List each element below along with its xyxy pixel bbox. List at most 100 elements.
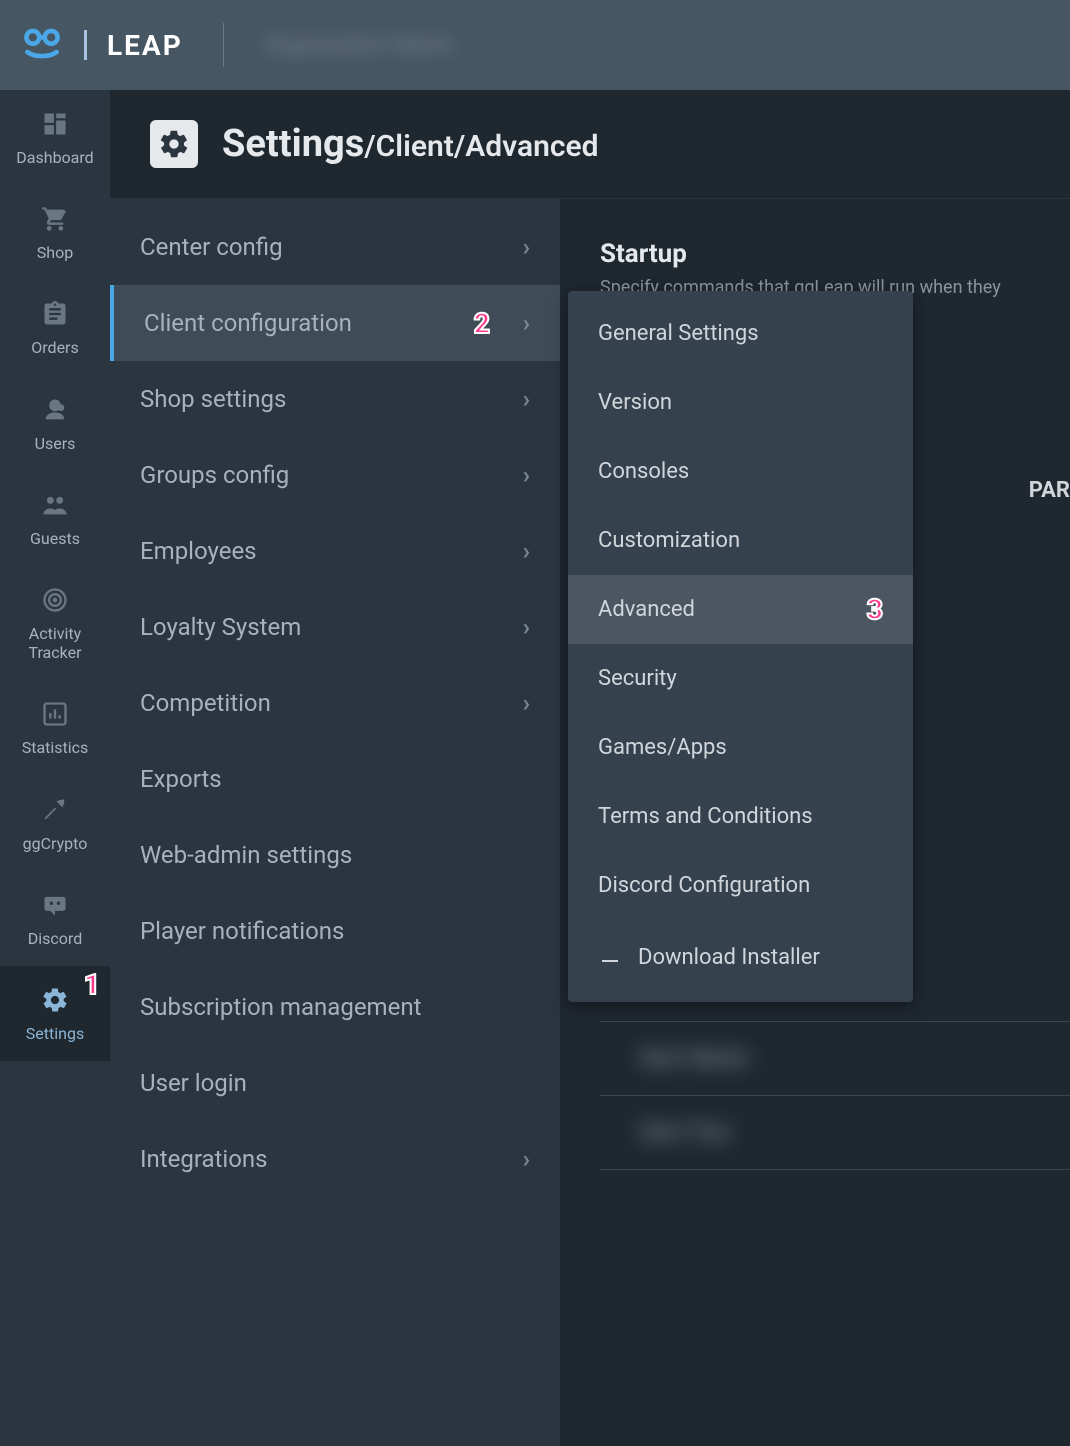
settings-item-label: Competition [140, 689, 271, 717]
settings-item-exports[interactable]: Exports [110, 741, 560, 817]
sidebar-item-shop[interactable]: Shop [0, 185, 110, 280]
settings-item-player-notifications[interactable]: Player notifications [110, 893, 560, 969]
submenu-item-consoles[interactable]: Consoles [568, 437, 913, 506]
breadcrumb-sep: / [364, 129, 375, 164]
settings-item-integrations[interactable]: Integrations › [110, 1121, 560, 1197]
submenu-item-label: Terms and Conditions [598, 804, 813, 829]
main-body: Center config › Client configuration 2 ›… [110, 199, 1070, 1446]
sidebar-label: Activity Tracker [4, 624, 106, 662]
submenu-item-discord-config[interactable]: Discord Configuration [568, 851, 913, 920]
sidebar-label: ggCrypto [23, 834, 88, 853]
settings-nav: Center config › Client configuration 2 ›… [110, 199, 560, 1446]
submenu-item-security[interactable]: Security [568, 644, 913, 713]
settings-item-label: Exports [140, 765, 222, 793]
breadcrumb-root: Settings [222, 122, 364, 166]
submenu-item-terms[interactable]: Terms and Conditions [568, 782, 913, 851]
sidebar-label: Dashboard [16, 148, 93, 167]
target-icon [39, 584, 71, 616]
settings-item-loyalty-system[interactable]: Loyalty System › [110, 589, 560, 665]
sidebar-item-users[interactable]: Users [0, 376, 110, 471]
submenu: General Settings Version Consoles Custom… [568, 291, 913, 1002]
settings-item-employees[interactable]: Employees › [110, 513, 560, 589]
clipboard-icon [39, 298, 71, 330]
submenu-item-version[interactable]: Version [568, 368, 913, 437]
table-row[interactable]: Item Two [600, 1096, 1070, 1170]
chevron-right-icon: › [523, 613, 530, 641]
submenu-item-label: Customization [598, 528, 740, 553]
chevron-right-icon: › [523, 461, 530, 489]
chevron-right-icon: › [523, 309, 530, 337]
sidebar-label: Settings [26, 1024, 84, 1043]
submenu-item-label: Download Installer [638, 945, 820, 970]
settings-item-center-config[interactable]: Center config › [110, 209, 560, 285]
submenu-item-label: Consoles [598, 459, 689, 484]
sidebar-item-dashboard[interactable]: Dashboard [0, 90, 110, 185]
breadcrumb: Settings/Client/Advanced [222, 122, 599, 166]
sidebar-item-activity[interactable]: Activity Tracker [0, 566, 110, 680]
settings-item-web-admin[interactable]: Web-admin settings [110, 817, 560, 893]
sidebar-item-guests[interactable]: Guests [0, 471, 110, 566]
sidebar-label: Orders [31, 338, 78, 357]
submenu-item-label: Security [598, 666, 677, 691]
settings-item-label: Client configuration [144, 309, 352, 337]
dashboard-icon [39, 108, 71, 140]
annotation-2: 2 [474, 307, 490, 340]
annotation-3: 3 [867, 593, 883, 626]
gear-icon [150, 120, 198, 168]
cart-icon [39, 203, 71, 235]
submenu-item-label: Version [598, 390, 672, 415]
logo-divider [223, 23, 224, 67]
settings-item-label: Player notifications [140, 917, 344, 945]
settings-item-competition[interactable]: Competition › [110, 665, 560, 741]
chevron-right-icon: › [523, 689, 530, 717]
sidebar-label: Guests [30, 529, 80, 548]
settings-item-groups-config[interactable]: Groups config › [110, 437, 560, 513]
settings-item-user-login[interactable]: User login [110, 1045, 560, 1121]
section-title: Startup [600, 239, 1070, 269]
settings-item-label: Center config [140, 233, 283, 261]
settings-item-label: Web-admin settings [140, 841, 352, 869]
logo-area: LEAP Organization Name [20, 19, 452, 72]
settings-item-label: Employees [140, 537, 257, 565]
breadcrumb-sub1: Client [376, 129, 454, 164]
chevron-right-icon: › [523, 537, 530, 565]
submenu-item-advanced[interactable]: Advanced 3 [568, 575, 913, 644]
settings-item-client-configuration[interactable]: Client configuration 2 › [110, 285, 560, 361]
users-icon [39, 394, 71, 426]
gear-icon [39, 984, 71, 1016]
submenu-item-customization[interactable]: Customization [568, 506, 913, 575]
sidebar-item-settings[interactable]: Settings 1 [0, 966, 110, 1061]
table-row[interactable]: Item Name [600, 1022, 1070, 1096]
sidebar-label: Statistics [22, 738, 89, 757]
breadcrumb-sub2: Advanced [465, 129, 598, 164]
submenu-item-general-settings[interactable]: General Settings [568, 299, 913, 368]
submenu-item-label: Discord Configuration [598, 873, 810, 898]
settings-item-label: User login [140, 1069, 247, 1097]
settings-item-label: Integrations [140, 1145, 268, 1173]
chevron-right-icon: › [523, 385, 530, 413]
submenu-item-games-apps[interactable]: Games/Apps [568, 713, 913, 782]
settings-item-label: Loyalty System [140, 613, 301, 641]
download-icon [598, 942, 622, 972]
settings-item-label: Groups config [140, 461, 289, 489]
submenu-item-download-installer[interactable]: Download Installer [568, 920, 913, 994]
annotation-1: 1 [84, 968, 100, 1001]
sidebar-item-discord[interactable]: Discord [0, 871, 110, 966]
org-name: Organization Name [264, 33, 452, 58]
chevron-right-icon: › [523, 1145, 530, 1173]
guests-icon [39, 489, 71, 521]
submenu-item-label: General Settings [598, 321, 759, 346]
sidebar-item-statistics[interactable]: Statistics [0, 680, 110, 775]
sidebar-item-orders[interactable]: Orders [0, 280, 110, 375]
settings-item-shop-settings[interactable]: Shop settings › [110, 361, 560, 437]
main: Settings/Client/Advanced Center config ›… [110, 90, 1070, 1446]
sidebar: Dashboard Shop Orders Users Guests Activ… [0, 90, 110, 1446]
pickaxe-icon [39, 794, 71, 826]
settings-item-subscription[interactable]: Subscription management [110, 969, 560, 1045]
chevron-right-icon: › [523, 233, 530, 261]
sidebar-label: Shop [37, 243, 73, 262]
topbar: LEAP Organization Name [0, 0, 1070, 90]
sidebar-item-ggcrypto[interactable]: ggCrypto [0, 776, 110, 871]
submenu-item-label: Games/Apps [598, 735, 727, 760]
settings-item-label: Shop settings [140, 385, 286, 413]
